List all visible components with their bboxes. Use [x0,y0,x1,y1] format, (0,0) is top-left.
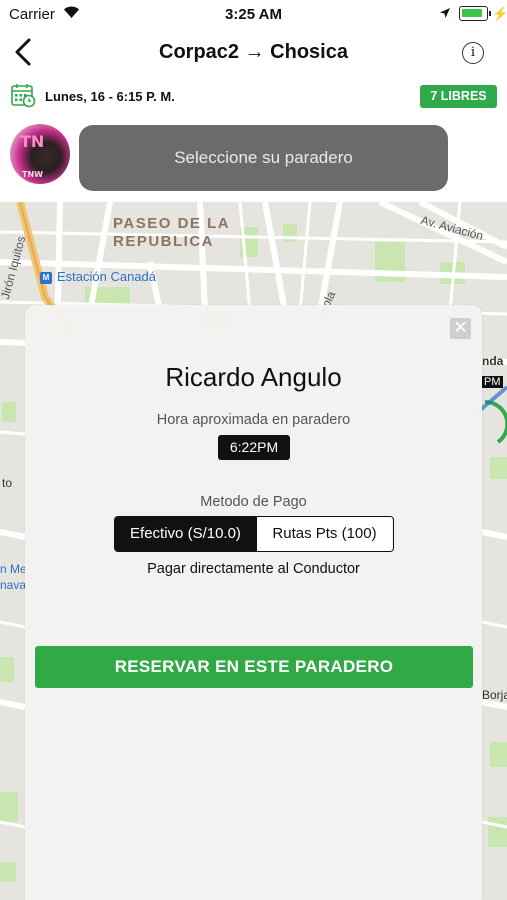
calendar-clock-icon [11,84,36,108]
map-label-edge-me: n Me [0,562,27,576]
select-stop-button[interactable]: Seleccione su paradero [79,125,448,191]
charging-bolt-icon: ⚡ [492,6,507,21]
avatar-subtext: TNW [22,170,43,179]
approx-time-label: Hora aproximada en paradero [156,412,351,428]
status-bar: Carrier 3:25 AM ⚡ [0,0,507,28]
info-icon[interactable]: i [462,42,484,64]
avatar-text: TN [20,132,45,151]
battery-level [462,9,483,17]
page-title: Corpac2 → Chosica [159,41,348,63]
payment-option-cash[interactable]: Efectivo (S/10.0) [115,517,256,551]
map-label-edge-pm: PM [482,376,503,388]
nav-bar: Corpac2 → Chosica i [0,28,507,78]
payment-method-label: Metodo de Pago [200,494,307,510]
payment-note: Pagar directamente al Conductor [147,561,360,577]
metro-station-icon: M [40,272,52,284]
close-icon[interactable]: ✕ [450,318,471,339]
map-label-estacion: M Estación Canadá [40,269,156,284]
driver-bar: TN TNW Seleccione su paradero [0,118,507,202]
trip-info-bar: Lunes, 16 - 6:15 P. M. 7 LIBRES [0,78,507,118]
status-time: 3:25 AM [225,6,282,23]
map-label-edge-borja: Borja [482,688,507,702]
map-label-edge-to: to [2,476,13,490]
location-arrow-icon [440,8,450,18]
map-label-edge-nda: nda [482,354,504,368]
battery-icon [459,6,491,21]
screen: Carrier 3:25 AM ⚡ Corpac2 → Chosica i Lu… [0,0,507,900]
seats-available-badge: 7 LIBRES [420,85,497,108]
trip-date: Lunes, 16 - 6:15 P. M. [45,89,175,104]
map-label-edge-nava: nava [0,578,27,592]
driver-avatar[interactable]: TN TNW [10,124,70,184]
approx-time-badge: 6:22PM [218,435,290,460]
driver-name: Ricardo Angulo [165,362,342,392]
payment-option-points[interactable]: Rutas Pts (100) [256,517,392,551]
payment-method-segmented-control: Efectivo (S/10.0) Rutas Pts (100) [114,516,394,552]
reservation-card: ✕ Ricardo Angulo Hora aproximada en para… [25,305,482,900]
reserve-stop-button[interactable]: RESERVAR EN ESTE PARADERO [35,646,473,688]
map-label-paseo: PASEO DE LA REPUBLICA [113,215,231,250]
